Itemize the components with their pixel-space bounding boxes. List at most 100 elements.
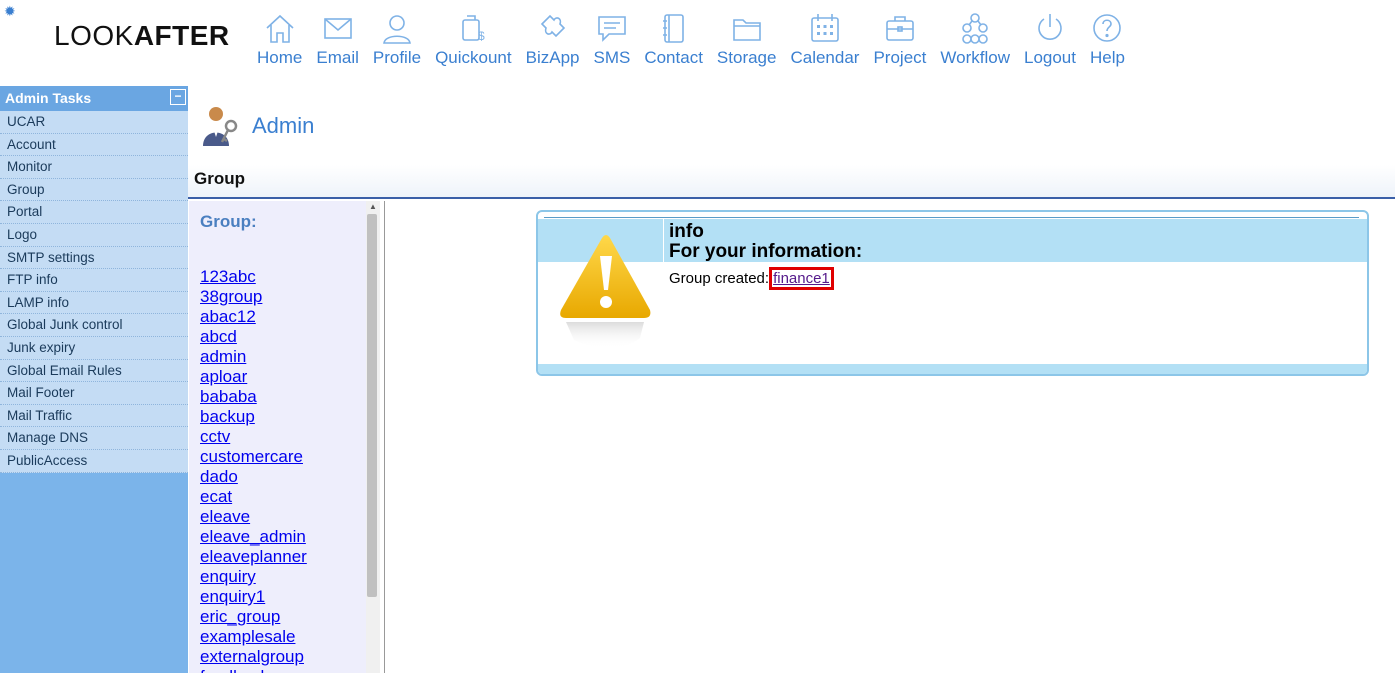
list-item: enquiry1 [200,587,307,607]
nav-profile[interactable]: Profile [373,10,421,68]
group-link[interactable]: backup [200,407,255,426]
nav-quickount[interactable]: $ Quickount [435,10,512,68]
group-link[interactable]: abac12 [200,307,256,326]
list-item: 123abc [200,267,307,287]
admin-avatar-icon [203,107,238,146]
group-link[interactable]: 38group [200,287,262,306]
workflow-icon [962,13,988,44]
puzzle-icon [540,14,565,38]
sidebar-item[interactable]: Mail Traffic [0,405,188,428]
nav-storage[interactable]: Storage [717,10,776,68]
group-link[interactable]: bababa [200,387,257,406]
sidebar-item[interactable]: Manage DNS [0,427,188,450]
address-book-icon [662,14,684,43]
sidebar-item[interactable]: Mail Footer [0,382,188,405]
collapse-icon[interactable]: − [170,89,186,105]
group-link[interactable]: ecat [200,487,232,506]
briefcase-icon [886,16,914,41]
nav-workflow[interactable]: Workflow [940,10,1010,68]
group-link[interactable]: admin [200,347,246,366]
gear-icon: ✹ [4,3,16,19]
calendar-icon [811,14,839,42]
list-item: feedback [200,667,307,673]
group-link[interactable]: eric_group [200,607,280,626]
group-link[interactable]: feedback [200,667,269,673]
sidebar-item[interactable]: Account [0,134,188,157]
nav-help[interactable]: Help [1090,10,1125,68]
logo[interactable]: LOOKAFTER [54,20,230,52]
list-item: eric_group [200,607,307,627]
sidebar-item[interactable]: Global Email Rules [0,360,188,383]
group-link[interactable]: dado [200,467,238,486]
list-item: abcd [200,327,307,347]
sidebar-item[interactable]: PublicAccess [0,450,188,473]
section-bar: Group [188,165,1395,199]
list-item: eleave_admin [200,527,307,547]
group-link[interactable]: eleaveplanner [200,547,307,566]
scrollbar[interactable]: ▲ [366,201,380,673]
nav-logout[interactable]: Logout [1024,10,1076,68]
sidebar-item[interactable]: FTP info [0,269,188,292]
list-item: examplesale [200,627,307,647]
person-icon [383,15,411,44]
sidebar-item[interactable]: Portal [0,201,188,224]
list-item: 38group [200,287,307,307]
group-link[interactable]: cctv [200,427,230,446]
top-navigation: Home Email Profile $ Quickount BizApp SM… [250,10,1132,68]
group-link[interactable]: aploar [200,367,247,386]
list-item: eleave [200,507,307,527]
sidebar-item[interactable]: Logo [0,224,188,247]
nav-sms[interactable]: SMS [593,10,630,68]
group-link[interactable]: eleave_admin [200,527,306,546]
sidebar-item[interactable]: Monitor [0,156,188,179]
envelope-icon [323,18,352,39]
scroll-up-icon[interactable]: ▲ [366,201,380,213]
list-item: enquiry [200,567,307,587]
group-list-heading: Group: [200,212,257,231]
info-box: info For your information: Group created… [536,210,1369,376]
power-icon [1038,14,1062,40]
nav-bizapp[interactable]: BizApp [526,10,579,68]
scroll-thumb[interactable] [367,214,377,597]
sidebar-item[interactable]: Global Junk control [0,314,188,337]
money-bag-icon: $ [462,15,485,43]
nav-email[interactable]: Email [316,10,359,68]
folder-icon [732,19,761,41]
created-group-link[interactable]: finance1 [769,267,834,290]
question-mark-icon [1093,14,1122,42]
list-item: backup [200,407,307,427]
group-link[interactable]: enquiry1 [200,587,265,606]
nav-calendar[interactable]: Calendar [790,10,859,68]
sidebar: Admin Tasks − UCAR Account Monitor Group Por… [0,86,188,673]
group-link[interactable]: externalgroup [200,647,304,666]
info-header: info For your information: [664,219,1367,262]
chat-bubble-icon [598,16,626,42]
list-item: cctv [200,427,307,447]
section-title: Group [194,169,245,188]
info-subtitle: For your information: [669,241,863,262]
page-title: Admin [252,113,315,138]
nav-contact[interactable]: Contact [644,10,703,68]
sidebar-item[interactable]: LAMP info [0,292,188,315]
warning-icon [560,235,651,349]
group-link[interactable]: enquiry [200,567,256,586]
panel-divider [384,201,385,673]
group-link[interactable]: eleave [200,507,250,526]
group-link[interactable]: customercare [200,447,303,466]
group-list: 123abc 38group abac12 abcd admin aploar bababa… [200,267,307,673]
nav-project[interactable]: Project [873,10,926,68]
sidebar-item[interactable]: Group [0,179,188,202]
list-item: ecat [200,487,307,507]
info-message: Group created: finance1 [669,267,834,290]
group-link[interactable]: examplesale [200,627,295,646]
list-item: bababa [200,387,307,407]
sidebar-menu: UCAR Account Monitor Group Portal Logo SMTP se… [0,111,188,473]
list-item: aploar [200,367,307,387]
info-title: info [669,221,704,242]
group-link[interactable]: 123abc [200,267,256,286]
group-link[interactable]: abcd [200,327,237,346]
nav-home[interactable]: Home [257,10,302,68]
sidebar-item[interactable]: UCAR [0,111,188,134]
sidebar-item[interactable]: Junk expiry [0,337,188,360]
sidebar-item[interactable]: SMTP settings [0,247,188,270]
